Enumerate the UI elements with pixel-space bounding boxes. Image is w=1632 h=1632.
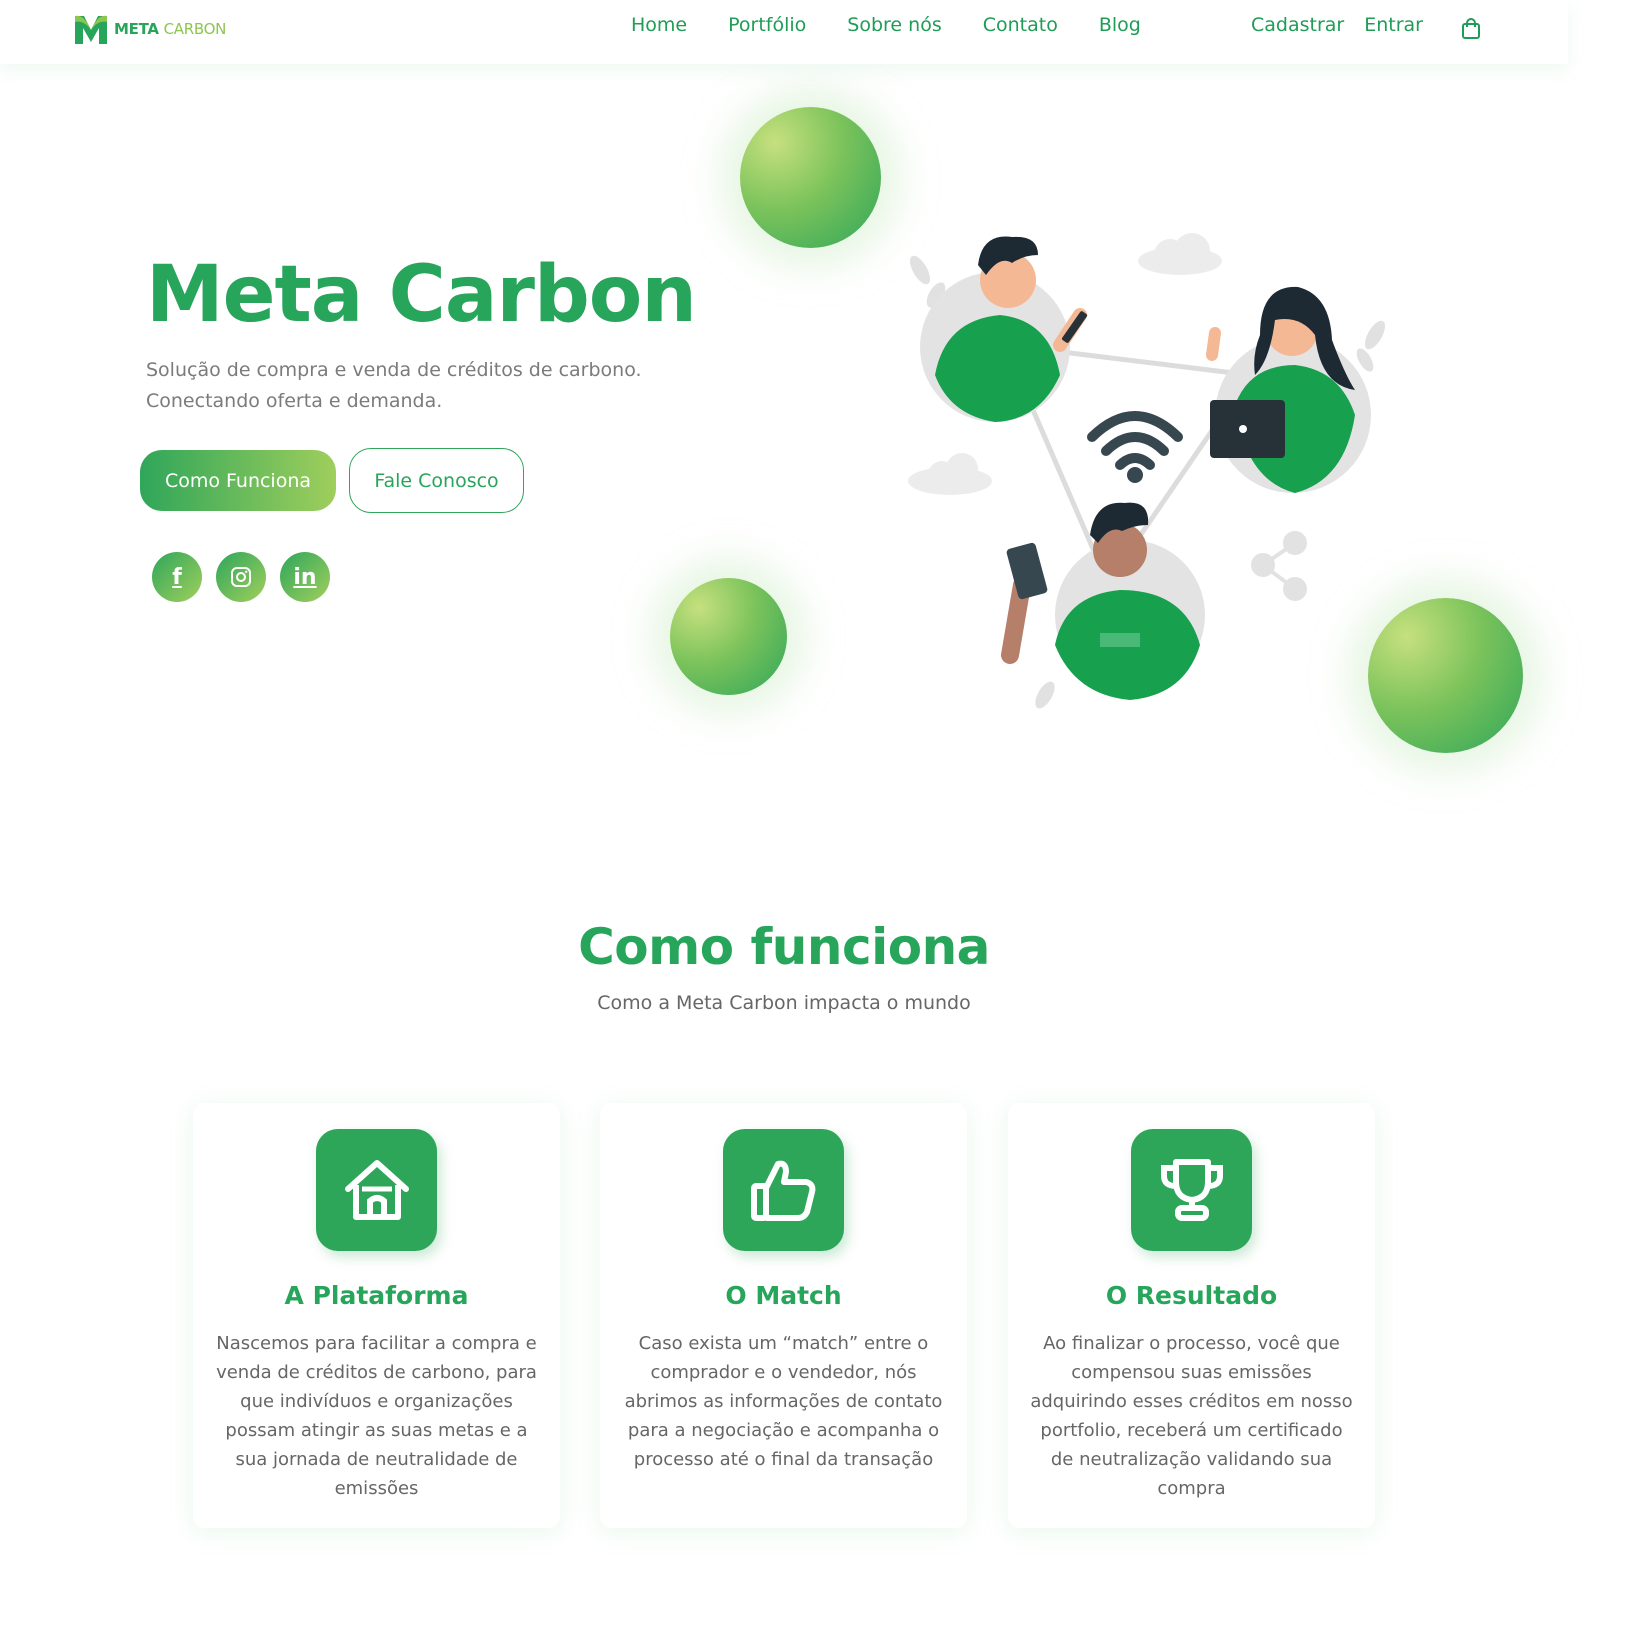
hero-subtitle-line1: Solução de compra e venda de créditos de… bbox=[146, 359, 642, 381]
house-icon bbox=[344, 1160, 409, 1220]
register-link[interactable]: Cadastrar bbox=[1251, 14, 1344, 36]
main-nav: Home Portfólio Sobre nós Contato Blog bbox=[631, 14, 1182, 36]
instagram-link[interactable] bbox=[216, 552, 266, 602]
nav-home[interactable]: Home bbox=[631, 14, 687, 36]
feature-icon-box bbox=[316, 1129, 437, 1251]
brand-logo[interactable]: META CARBON bbox=[72, 10, 226, 48]
thumbs-up-icon bbox=[750, 1160, 815, 1221]
feature-description: Nascemos para facilitar a compra e venda… bbox=[216, 1333, 537, 1499]
feature-title: O Match bbox=[725, 1281, 842, 1310]
facebook-link[interactable]: f bbox=[152, 552, 202, 602]
nav-portfolio[interactable]: Portfólio bbox=[728, 14, 806, 36]
meta-carbon-logo-mark-icon bbox=[75, 15, 107, 44]
nav-about[interactable]: Sobre nós bbox=[847, 14, 941, 36]
brand-name-part2: CARBON bbox=[163, 20, 227, 38]
nav-contact[interactable]: Contato bbox=[983, 14, 1058, 36]
feature-description: Ao finalizar o processo, você que compen… bbox=[1030, 1333, 1353, 1499]
brand-name: META CARBON bbox=[114, 20, 226, 38]
people-network-illustration bbox=[908, 233, 1386, 709]
nav-blog[interactable]: Blog bbox=[1099, 14, 1141, 36]
feature-card-platform: A Plataforma Nascemos para facilitar a c… bbox=[193, 1103, 560, 1528]
feature-icon-box bbox=[1131, 1129, 1252, 1251]
auth-links: Cadastrar Entrar bbox=[1251, 14, 1423, 36]
feature-card-result: O Resultado Ao finalizar o processo, voc… bbox=[1008, 1103, 1375, 1528]
how-it-works-subtitle: Como a Meta Carbon impacta o mundo bbox=[597, 992, 971, 1014]
how-it-works-title: Como funciona bbox=[578, 918, 990, 976]
feature-card-match: O Match Caso exista um “match” entre o c… bbox=[600, 1103, 967, 1528]
hero-subtitle: Solução de compra e venda de créditos de… bbox=[146, 355, 706, 417]
feature-title: O Resultado bbox=[1105, 1281, 1278, 1310]
linkedin-link[interactable]: in bbox=[280, 552, 330, 602]
feature-title: A Plataforma bbox=[284, 1281, 469, 1310]
how-it-works-button[interactable]: Como Funciona bbox=[140, 450, 336, 511]
hero-subtitle-line2: Conectando oferta e demanda. bbox=[146, 390, 443, 412]
feature-description: Caso exista um “match” entre o comprador… bbox=[624, 1333, 943, 1470]
hero-title: Meta Carbon bbox=[146, 250, 697, 340]
linkedin-icon: in bbox=[293, 564, 317, 590]
feature-icon-box bbox=[723, 1129, 844, 1251]
contact-us-button[interactable]: Fale Conosco bbox=[349, 448, 524, 513]
brand-name-part1: META bbox=[114, 20, 159, 38]
shopping-bag-icon[interactable] bbox=[1460, 18, 1482, 40]
site-header: META CARBON Home Portfólio Sobre nós Con… bbox=[0, 0, 1568, 64]
trophy-icon bbox=[1160, 1159, 1223, 1221]
login-link[interactable]: Entrar bbox=[1364, 14, 1423, 36]
instagram-icon bbox=[231, 567, 251, 587]
decorative-green-sphere bbox=[740, 107, 881, 248]
decorative-green-sphere bbox=[670, 578, 787, 695]
facebook-icon: f bbox=[172, 564, 182, 590]
